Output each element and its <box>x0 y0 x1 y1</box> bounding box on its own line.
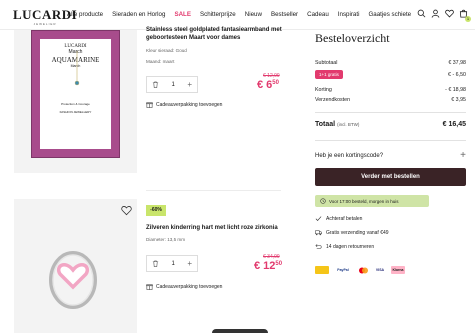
summary-title: Besteloverzicht <box>315 31 390 45</box>
product-variant-2: Diameter: 13,5 mm <box>146 237 186 242</box>
discount-row: Korting - € 18,98 <box>315 87 466 93</box>
usp-item: 14 dagen retourneren <box>315 243 374 250</box>
discount-badge: -60% <box>146 205 166 216</box>
check-icon <box>315 216 322 221</box>
ideal-payment-icon <box>315 266 329 274</box>
plus-icon[interactable]: + <box>187 259 192 268</box>
new-price-main-1: € 6 <box>257 79 273 91</box>
nav-item-sparkle-prices[interactable]: Schitterprijze <box>200 11 236 18</box>
total-row: Totaal (incl. BTW) € 16,45 <box>315 121 466 128</box>
account-icon[interactable] <box>431 9 440 18</box>
nav-item-bestsellers[interactable]: Bestseller <box>271 11 298 18</box>
nav-item-all-products[interactable]: Alle producte <box>67 11 103 18</box>
card-footer: FASHION JEWELLERY <box>59 110 92 114</box>
visa-payment-icon: VISA <box>375 268 385 272</box>
header-icons <box>417 9 468 18</box>
shipping-value: € 3,95 <box>451 97 466 103</box>
shipping-row: Verzendkosten € 3,95 <box>315 97 466 103</box>
bracelet-chain-icon <box>74 51 80 86</box>
quantity-value-1[interactable]: 1 <box>171 82 174 88</box>
usp-label: Achteraf betalen <box>326 215 363 222</box>
product-card-packaging: LUCARDI March AQUAMARINE March Protectio… <box>31 30 120 158</box>
paypal-payment-icon: PayPal <box>337 268 349 272</box>
product-variant-1: Maand: maart <box>146 59 175 64</box>
product-color-1: Kleur sieraad: Goud <box>146 48 187 53</box>
checkout-button[interactable]: Verder met bestellen <box>315 168 466 186</box>
discount-value: - € 18,98 <box>445 87 466 93</box>
payment-methods: PayPal VISA Klarna <box>315 266 405 274</box>
ring-image <box>49 251 97 309</box>
plus-icon: + <box>460 150 466 161</box>
trash-icon[interactable] <box>152 260 159 267</box>
total-label: Totaal <box>315 121 336 128</box>
gift-icon <box>146 102 153 108</box>
total-value: € 16,45 <box>442 121 466 128</box>
heart-icon[interactable] <box>445 9 454 18</box>
card-tagline: Protection & Courage <box>61 102 90 106</box>
nav-item-gifts[interactable]: Cadeau <box>307 11 329 18</box>
nav-item-inspiration[interactable]: Inspirati <box>338 11 360 18</box>
clock-icon <box>320 198 326 204</box>
usp-label: Gratis verzending vanaf €49 <box>326 229 389 236</box>
subtotal-value: € 37,98 <box>448 60 466 66</box>
nav-item-ear-piercing[interactable]: Gaatjes schiete <box>368 11 411 18</box>
nav-item-sale[interactable]: SALE <box>174 11 191 18</box>
promo-row: 1+1 gratis € - 6,50 <box>315 70 466 79</box>
new-price-1: € 650 <box>257 79 279 91</box>
usp-label: 14 dagen retourneren <box>326 243 375 250</box>
quantity-value-2[interactable]: 1 <box>171 261 174 267</box>
gift-wrap-option-1[interactable]: Cadeauverpakking toevoegen <box>146 101 222 108</box>
total-tax-note: (incl. BTW) <box>337 122 360 127</box>
new-price-main-2: € 12 <box>254 260 276 272</box>
main-nav: Alle producte Sieraden en Horlog SALE Sc… <box>67 11 420 18</box>
nav-item-jewelry-watches[interactable]: Sieraden en Horlog <box>112 11 165 18</box>
truck-icon <box>315 230 322 236</box>
klarna-payment-icon: Klarna <box>391 266 405 274</box>
new-price-2: € 1250 <box>254 260 282 272</box>
total-label-group: Totaal (incl. BTW) <box>315 121 359 128</box>
subtotal-label: Subtotaal <box>315 60 338 66</box>
summary-divider <box>315 140 466 141</box>
discount-label: Korting <box>315 87 332 93</box>
usp-item: Achteraf betalen <box>315 215 362 222</box>
promo-badge: 1+1 gratis <box>315 70 343 79</box>
gift-icon <box>146 284 153 290</box>
nav-item-new[interactable]: Nieuw <box>245 11 262 18</box>
floating-bar[interactable] <box>212 329 268 333</box>
coupon-label: Heb je een kortingscode? <box>315 152 384 159</box>
trash-icon[interactable] <box>152 81 159 88</box>
usp-item: Gratis verzending vanaf €49 <box>315 229 389 236</box>
product-title-2[interactable]: Zilveren kinderring hart met licht roze … <box>146 224 286 232</box>
product-title-1[interactable]: Stainless steel goldplated fantasiearmba… <box>146 26 286 42</box>
shipping-label: Verzendkosten <box>315 97 351 103</box>
mastercard-payment-icon <box>357 266 369 274</box>
gift-wrap-label-2: Cadeauverpakking toevoegen <box>156 283 223 290</box>
quantity-stepper-1: 1 + <box>146 76 198 93</box>
promo-value: € - 6,50 <box>448 71 466 78</box>
new-price-cents-1: 50 <box>272 80 279 86</box>
delivery-notice: Voor 17:00 besteld, morgen in huis <box>315 195 429 207</box>
coupon-toggle[interactable]: Heb je een kortingscode? + <box>315 150 466 161</box>
new-price-cents-2: 50 <box>275 261 283 267</box>
cart-count-badge: 1 <box>465 16 471 22</box>
return-icon <box>315 244 322 249</box>
product-divider <box>146 190 281 191</box>
gift-wrap-label-1: Cadeauverpakking toevoegen <box>156 101 223 108</box>
quantity-stepper-2: 1 + <box>146 255 198 272</box>
delivery-text: Voor 17:00 besteld, morgen in huis <box>329 198 399 204</box>
summary-divider <box>315 112 466 113</box>
search-icon[interactable] <box>417 9 426 18</box>
subtotal-row: Subtotaal € 37,98 <box>315 60 466 66</box>
gift-wrap-option-2[interactable]: Cadeauverpakking toevoegen <box>146 283 222 290</box>
plus-icon[interactable]: + <box>187 80 192 89</box>
favorite-heart-icon[interactable] <box>121 205 132 216</box>
